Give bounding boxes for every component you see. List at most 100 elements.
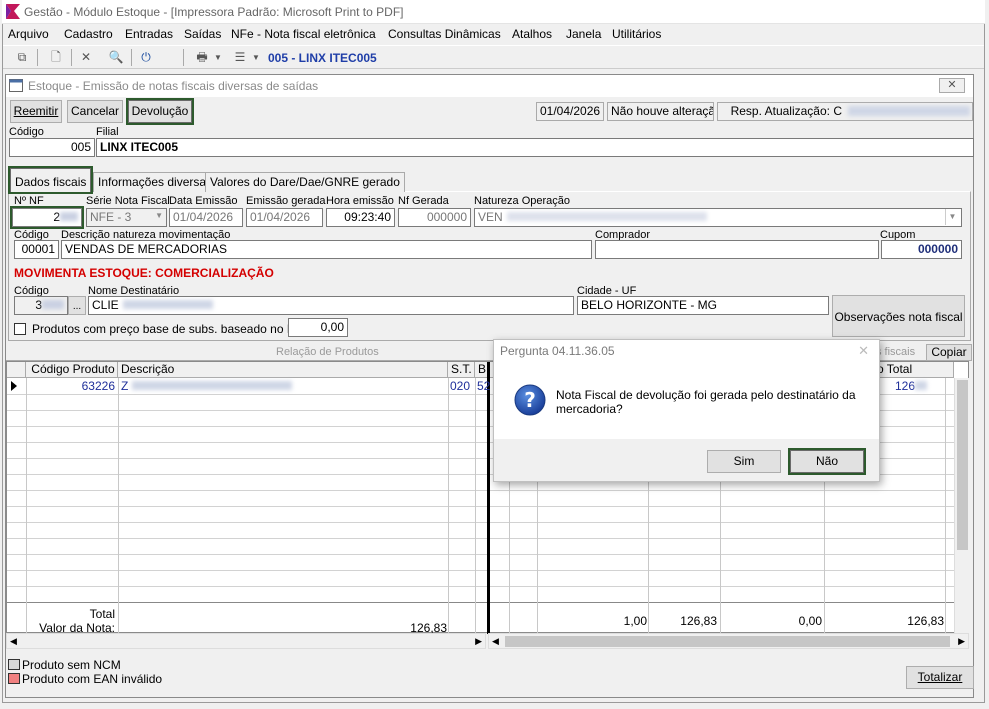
nao-button[interactable]: Não xyxy=(788,448,866,475)
chevron-down-icon[interactable]: ▼ xyxy=(213,49,223,66)
row-total-text: 126 xyxy=(894,379,915,393)
chevron-down-icon[interactable]: ▼ xyxy=(251,49,261,66)
nf-gerada-label: Nf Gerada xyxy=(398,195,449,207)
filial-field[interactable]: LINX ITEC005 xyxy=(96,138,974,157)
copy-icon[interactable]: ⧉ xyxy=(13,49,31,66)
serie-value: NFE - 3 xyxy=(90,210,132,224)
footer-total: 126,83 xyxy=(907,614,944,628)
separator xyxy=(183,49,184,66)
devolucao-label: Devolução xyxy=(131,104,189,118)
pmc-label: Produtos com preço base de subs. baseado… xyxy=(32,322,314,336)
cidade-field[interactable]: BELO HORIZONTE - MG xyxy=(577,296,829,315)
cupom-field[interactable]: 000000 xyxy=(881,240,962,259)
horizontal-scrollbar-left[interactable]: ◀ ▶ xyxy=(6,633,486,649)
pmc-field[interactable]: 0,00 xyxy=(288,318,348,337)
horizontal-scrollbar-right[interactable]: ◀ ▶ xyxy=(488,633,969,649)
menu-nfe[interactable]: NFe - Nota fiscal eletrônica xyxy=(231,27,376,41)
col-codigo[interactable]: Código Produto xyxy=(26,362,118,378)
hora-field[interactable]: 09:23:40 xyxy=(326,208,395,227)
chevron-down-icon: ▼ xyxy=(945,209,959,225)
menu-entradas[interactable]: Entradas xyxy=(125,27,173,41)
inner-titlebar: Estoque - Emissão de notas fiscais diver… xyxy=(6,75,973,97)
menu-saidas[interactable]: Saídas xyxy=(184,27,221,41)
hora-label: Hora emissão xyxy=(326,195,394,207)
scrollbar-thumb[interactable] xyxy=(957,380,968,550)
movimenta-status: MOVIMENTA ESTOQUE: COMERCIALIZAÇÃO xyxy=(14,266,274,280)
footer-desconto: 0,00 xyxy=(798,614,822,628)
col-divider xyxy=(475,378,476,634)
totalizar-label: Totalizar xyxy=(917,670,963,684)
emissao-gerada-field[interactable]: 01/04/2026 xyxy=(246,208,323,227)
data-emissao-field[interactable]: 01/04/2026 xyxy=(169,208,243,227)
dialog-body: ? Nota Fiscal de devolução foi gerada pe… xyxy=(494,362,879,439)
reemitir-button[interactable]: Reemitir xyxy=(10,100,62,123)
observacoes-button[interactable]: Observações nota fiscal xyxy=(832,295,965,337)
row-b[interactable]: 52 xyxy=(477,379,490,393)
desc-nat-field[interactable]: VENDAS DE MERCADORIAS xyxy=(61,240,592,259)
scroll-right-icon[interactable]: ▶ xyxy=(958,636,965,647)
col-divider xyxy=(26,378,27,634)
serie-select[interactable]: NFE - 3 ▼ xyxy=(86,208,167,227)
menu-atalhos[interactable]: Atalhos xyxy=(512,27,552,41)
delete-icon[interactable]: ✕ xyxy=(77,49,95,66)
natureza-select[interactable]: VEN ▼ xyxy=(474,208,962,227)
sim-button[interactable]: Sim xyxy=(707,450,781,473)
cod-nat-field[interactable]: 00001 xyxy=(14,240,59,259)
dest-cod-field[interactable]: 3 xyxy=(14,296,68,315)
printer-icon[interactable]: 🖶 xyxy=(193,49,211,66)
col-divider xyxy=(945,378,946,634)
row-codigo[interactable]: 63226 xyxy=(26,379,118,393)
scroll-left-icon[interactable]: ◀ xyxy=(492,636,499,647)
tab-informacoes[interactable]: Informações diversas xyxy=(93,172,218,192)
row-pointer-icon xyxy=(11,381,17,391)
products-title: Relação de Produtos xyxy=(276,346,379,358)
search-icon[interactable]: 🔍 xyxy=(107,49,125,66)
codigo-label: Código xyxy=(9,126,44,138)
tab-valores-dare[interactable]: Valores do Dare/Dae/GNRE gerado xyxy=(205,172,405,192)
row-total[interactable]: 126 xyxy=(887,379,927,393)
scrollbar-thumb[interactable] xyxy=(505,636,950,647)
copiar-button[interactable]: Copiar xyxy=(926,344,972,361)
dest-lookup-button[interactable]: ... xyxy=(68,296,86,315)
row-descricao[interactable]: Z xyxy=(121,379,293,393)
legend-ncm: Produto sem NCM xyxy=(22,658,121,672)
menu-cadastro[interactable]: Cadastro xyxy=(64,27,113,41)
scroll-left-icon[interactable]: ◀ xyxy=(10,636,17,647)
row-divider xyxy=(7,490,954,491)
power-icon[interactable]: ⏻ xyxy=(137,49,155,66)
nf-gerada-field[interactable]: 000000 xyxy=(398,208,471,227)
menu-list-icon[interactable]: ☰ xyxy=(231,49,249,66)
dest-nome-field[interactable]: CLIE xyxy=(88,296,574,315)
menu-consultas[interactable]: Consultas Dinâmicas xyxy=(388,27,501,41)
close-icon[interactable]: ✕ xyxy=(939,78,965,93)
devolucao-button[interactable]: Devolução xyxy=(126,98,194,125)
dest-cod-value: 3 xyxy=(35,298,42,312)
menu-janela[interactable]: Janela xyxy=(566,27,601,41)
col-total[interactable]: o Total xyxy=(873,362,954,378)
dialog-title: Pergunta 04.11.36.05 xyxy=(500,344,615,358)
products-extra-label: s fiscais xyxy=(876,346,916,358)
dialog-close-icon[interactable]: ✕ xyxy=(858,343,869,359)
codigo-field[interactable]: 005 xyxy=(9,138,95,157)
tab-dados-fiscais[interactable]: Dados fiscais xyxy=(7,166,94,194)
menu-arquivo[interactable]: Arquivo xyxy=(8,27,49,41)
pmc-checkbox[interactable] xyxy=(14,323,26,335)
footer-qtd: 1,00 xyxy=(623,614,647,628)
new-document-icon[interactable]: 🗋 xyxy=(47,49,65,66)
company-selector[interactable]: 005 - LINX ITEC005 xyxy=(268,51,377,65)
totalizar-button[interactable]: Totalizar xyxy=(906,666,974,689)
emissao-gerada-label: Emissão gerada xyxy=(246,195,326,207)
comprador-field[interactable] xyxy=(595,240,879,259)
filial-label: Filial xyxy=(96,126,119,138)
status-date: 01/04/2026 xyxy=(536,102,604,121)
menu-utilitarios[interactable]: Utilitários xyxy=(612,27,661,41)
row-indicator-header xyxy=(7,362,26,378)
scroll-right-icon[interactable]: ▶ xyxy=(475,636,482,647)
toolbar: ⧉ 🗋 ✕ 🔍 ⏻ 🖶 ▼ ☰ ▼ 005 - LINX ITEC005 xyxy=(3,45,984,69)
col-descricao[interactable]: Descrição xyxy=(118,362,448,378)
row-st[interactable]: 020 xyxy=(450,379,470,393)
cancelar-button[interactable]: Cancelar xyxy=(67,100,123,123)
vertical-scrollbar[interactable] xyxy=(954,378,969,634)
col-st[interactable]: S.T. xyxy=(448,362,475,378)
nf-field[interactable]: 2 xyxy=(10,206,84,229)
